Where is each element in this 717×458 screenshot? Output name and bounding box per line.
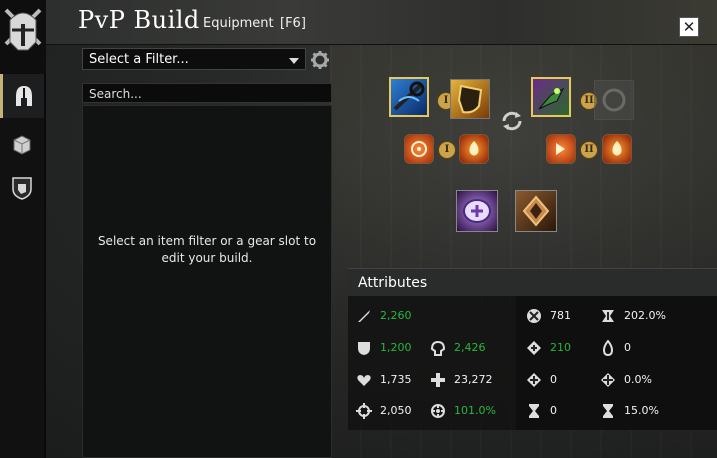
empty-slot-icon — [602, 88, 626, 112]
amulet-slot[interactable] — [515, 190, 557, 232]
healing-power-icon — [527, 373, 541, 387]
sigil-set1-slot1[interactable] — [404, 134, 434, 164]
rune-icon — [463, 199, 491, 223]
stat-condition-damage-value: 210 — [550, 341, 571, 354]
stat-precision[interactable]: 2,050 — [356, 403, 412, 419]
health-cross-icon — [431, 373, 445, 387]
crosshair-icon — [356, 403, 372, 419]
ferocity-icon — [527, 309, 541, 323]
side-nav — [0, 74, 46, 458]
chevron-down-icon — [289, 58, 299, 64]
item-list-panel: Select an item filter or a gear slot to … — [82, 105, 332, 458]
stat-health-value: 23,272 — [454, 373, 493, 386]
target-sigil-icon — [411, 141, 427, 157]
empty-list-message: Select an item filter or a gear slot to … — [83, 233, 331, 267]
flame-sigil-icon — [469, 141, 479, 156]
stat-critical-damage-value: 202.0% — [624, 309, 666, 322]
shield-weapon-icon — [457, 84, 483, 114]
empty-message-line-2: edit your build. — [161, 251, 253, 265]
hotkey-label: [F6] — [280, 16, 306, 31]
amulet-icon — [522, 195, 550, 227]
gear-icon[interactable] — [310, 50, 330, 70]
filter-dropdown[interactable]: Select a Filter... — [82, 48, 306, 70]
swap-weapons-icon[interactable] — [499, 108, 525, 134]
heart-icon — [357, 375, 371, 386]
stat-condition-duration-value: 0 — [624, 341, 631, 354]
sigil-set1-slot2[interactable] — [459, 134, 489, 164]
stat-vitality[interactable]: 1,735 — [356, 372, 412, 388]
stat-healing-power[interactable]: 0 — [526, 372, 557, 388]
search-input[interactable]: Search... — [82, 83, 332, 103]
close-button[interactable]: ✕ — [679, 17, 699, 37]
sigil-set1-badge: I — [438, 141, 456, 159]
stat-healing-power-value: 0 — [550, 373, 557, 386]
helmet-emblem-icon — [0, 0, 46, 74]
stat-concentration[interactable]: 0 — [526, 403, 557, 419]
hourglass-icon — [529, 404, 539, 418]
stat-vitality-value: 1,735 — [380, 373, 412, 386]
stat-health[interactable]: 23,272 — [430, 372, 493, 388]
sigil-set2-slot2[interactable] — [602, 134, 632, 164]
rune-slot[interactable] — [456, 190, 498, 232]
sigil-set2-slot1[interactable] — [546, 134, 576, 164]
empty-message-line-1: Select an item filter or a gear slot to — [97, 234, 317, 248]
shield-icon — [358, 342, 370, 355]
stat-ferocity-value: 781 — [550, 309, 571, 322]
tab-equipment[interactable] — [0, 74, 44, 118]
condition-duration-icon — [602, 340, 614, 356]
stat-power-value: 2,260 — [380, 309, 412, 322]
tab-templates[interactable] — [0, 122, 44, 166]
stat-critical-damage[interactable]: 202.0% — [600, 308, 666, 324]
weapon-set2-off-hand-slot[interactable] — [594, 80, 634, 120]
stat-concentration-value: 0 — [550, 404, 557, 417]
window-title: PvP Build — [78, 6, 200, 34]
helmet-icon — [15, 86, 32, 106]
stat-toughness[interactable]: 1,200 — [356, 340, 412, 356]
weapon-set1-main-hand-slot[interactable] — [389, 77, 429, 117]
attributes-header: Attributes — [348, 268, 717, 296]
stat-armor[interactable]: 2,426 — [430, 340, 486, 356]
filter-dropdown-label: Select a Filter... — [89, 52, 189, 67]
stat-boon-duration[interactable]: 0.0% — [600, 372, 652, 388]
sword-icon — [358, 310, 370, 322]
sigil-set2-badge: II — [580, 141, 598, 159]
stat-boon-duration-value: 0.0% — [624, 373, 652, 386]
stat-expertise[interactable]: 15.0% — [600, 403, 659, 419]
staff-weapon-icon — [393, 81, 425, 111]
stat-precision-value: 2,050 — [380, 404, 412, 417]
critical-chance-icon — [431, 404, 445, 418]
stat-power[interactable]: 2,260 — [356, 308, 412, 324]
stat-condition-damage[interactable]: 210 — [526, 340, 571, 356]
dragon-weapon-icon — [538, 87, 565, 110]
shield-fist-icon — [12, 177, 32, 200]
hourglass-icon — [603, 404, 613, 418]
helmet-icon — [430, 340, 446, 356]
stat-expertise-value: 15.0% — [624, 404, 659, 417]
stat-critical-chance-value: 101.0% — [454, 404, 496, 417]
arrow-sigil-icon — [556, 143, 565, 155]
flame-sigil-icon — [612, 141, 622, 156]
stat-condition-duration[interactable]: 0 — [600, 340, 631, 356]
stat-toughness-value: 1,200 — [380, 341, 412, 354]
condition-damage-icon — [527, 341, 541, 355]
critical-damage-icon — [602, 310, 614, 322]
weapon-set1-off-hand-slot[interactable] — [450, 79, 490, 119]
window-subtitle: Equipment — [203, 16, 274, 31]
boon-duration-icon — [601, 373, 615, 387]
cube-stack-icon — [13, 135, 31, 155]
stat-ferocity[interactable]: 781 — [526, 308, 571, 324]
weapon-set2-main-hand-slot[interactable] — [531, 77, 571, 117]
stat-armor-value: 2,426 — [454, 341, 486, 354]
stat-critical-chance[interactable]: 101.0% — [430, 403, 496, 419]
tab-specializations[interactable] — [0, 166, 44, 210]
